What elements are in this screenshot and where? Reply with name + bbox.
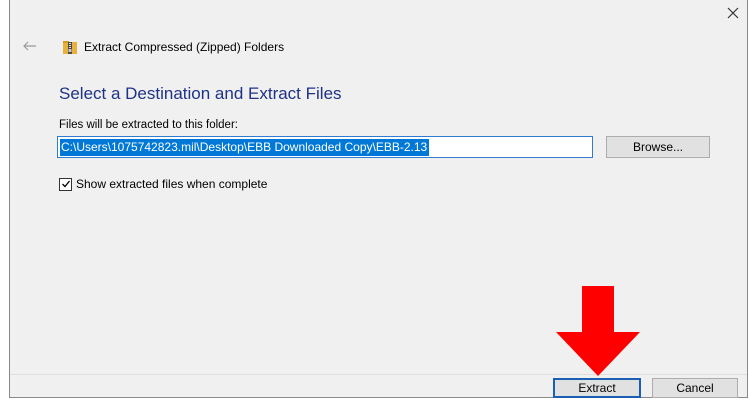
- extract-button[interactable]: Extract: [553, 378, 641, 398]
- back-button[interactable]: [20, 36, 40, 56]
- show-files-checkbox[interactable]: [59, 177, 72, 191]
- checkmark-icon: [61, 180, 70, 188]
- zip-folder-icon: [63, 41, 77, 54]
- dialog-title: Extract Compressed (Zipped) Folders: [84, 40, 285, 54]
- destination-label: Files will be extracted to this folder:: [59, 119, 238, 131]
- close-button[interactable]: [719, 0, 747, 26]
- cancel-button[interactable]: Cancel: [652, 378, 738, 398]
- destination-path-input[interactable]: C:\Users\1075742823.mil\Desktop\EBB Down…: [57, 136, 593, 158]
- show-files-label: Show extracted files when complete: [76, 177, 268, 191]
- close-icon: [727, 7, 739, 19]
- back-arrow-icon: [23, 41, 36, 51]
- destination-path-value: C:\Users\1075742823.mil\Desktop\EBB Down…: [60, 138, 430, 156]
- dialog-title-row: Extract Compressed (Zipped) Folders: [62, 37, 284, 57]
- show-files-option[interactable]: Show extracted files when complete: [59, 177, 267, 191]
- red-down-arrow-icon: [556, 286, 640, 376]
- page-heading: Select a Destination and Extract Files: [59, 84, 342, 103]
- browse-button[interactable]: Browse...: [606, 136, 710, 158]
